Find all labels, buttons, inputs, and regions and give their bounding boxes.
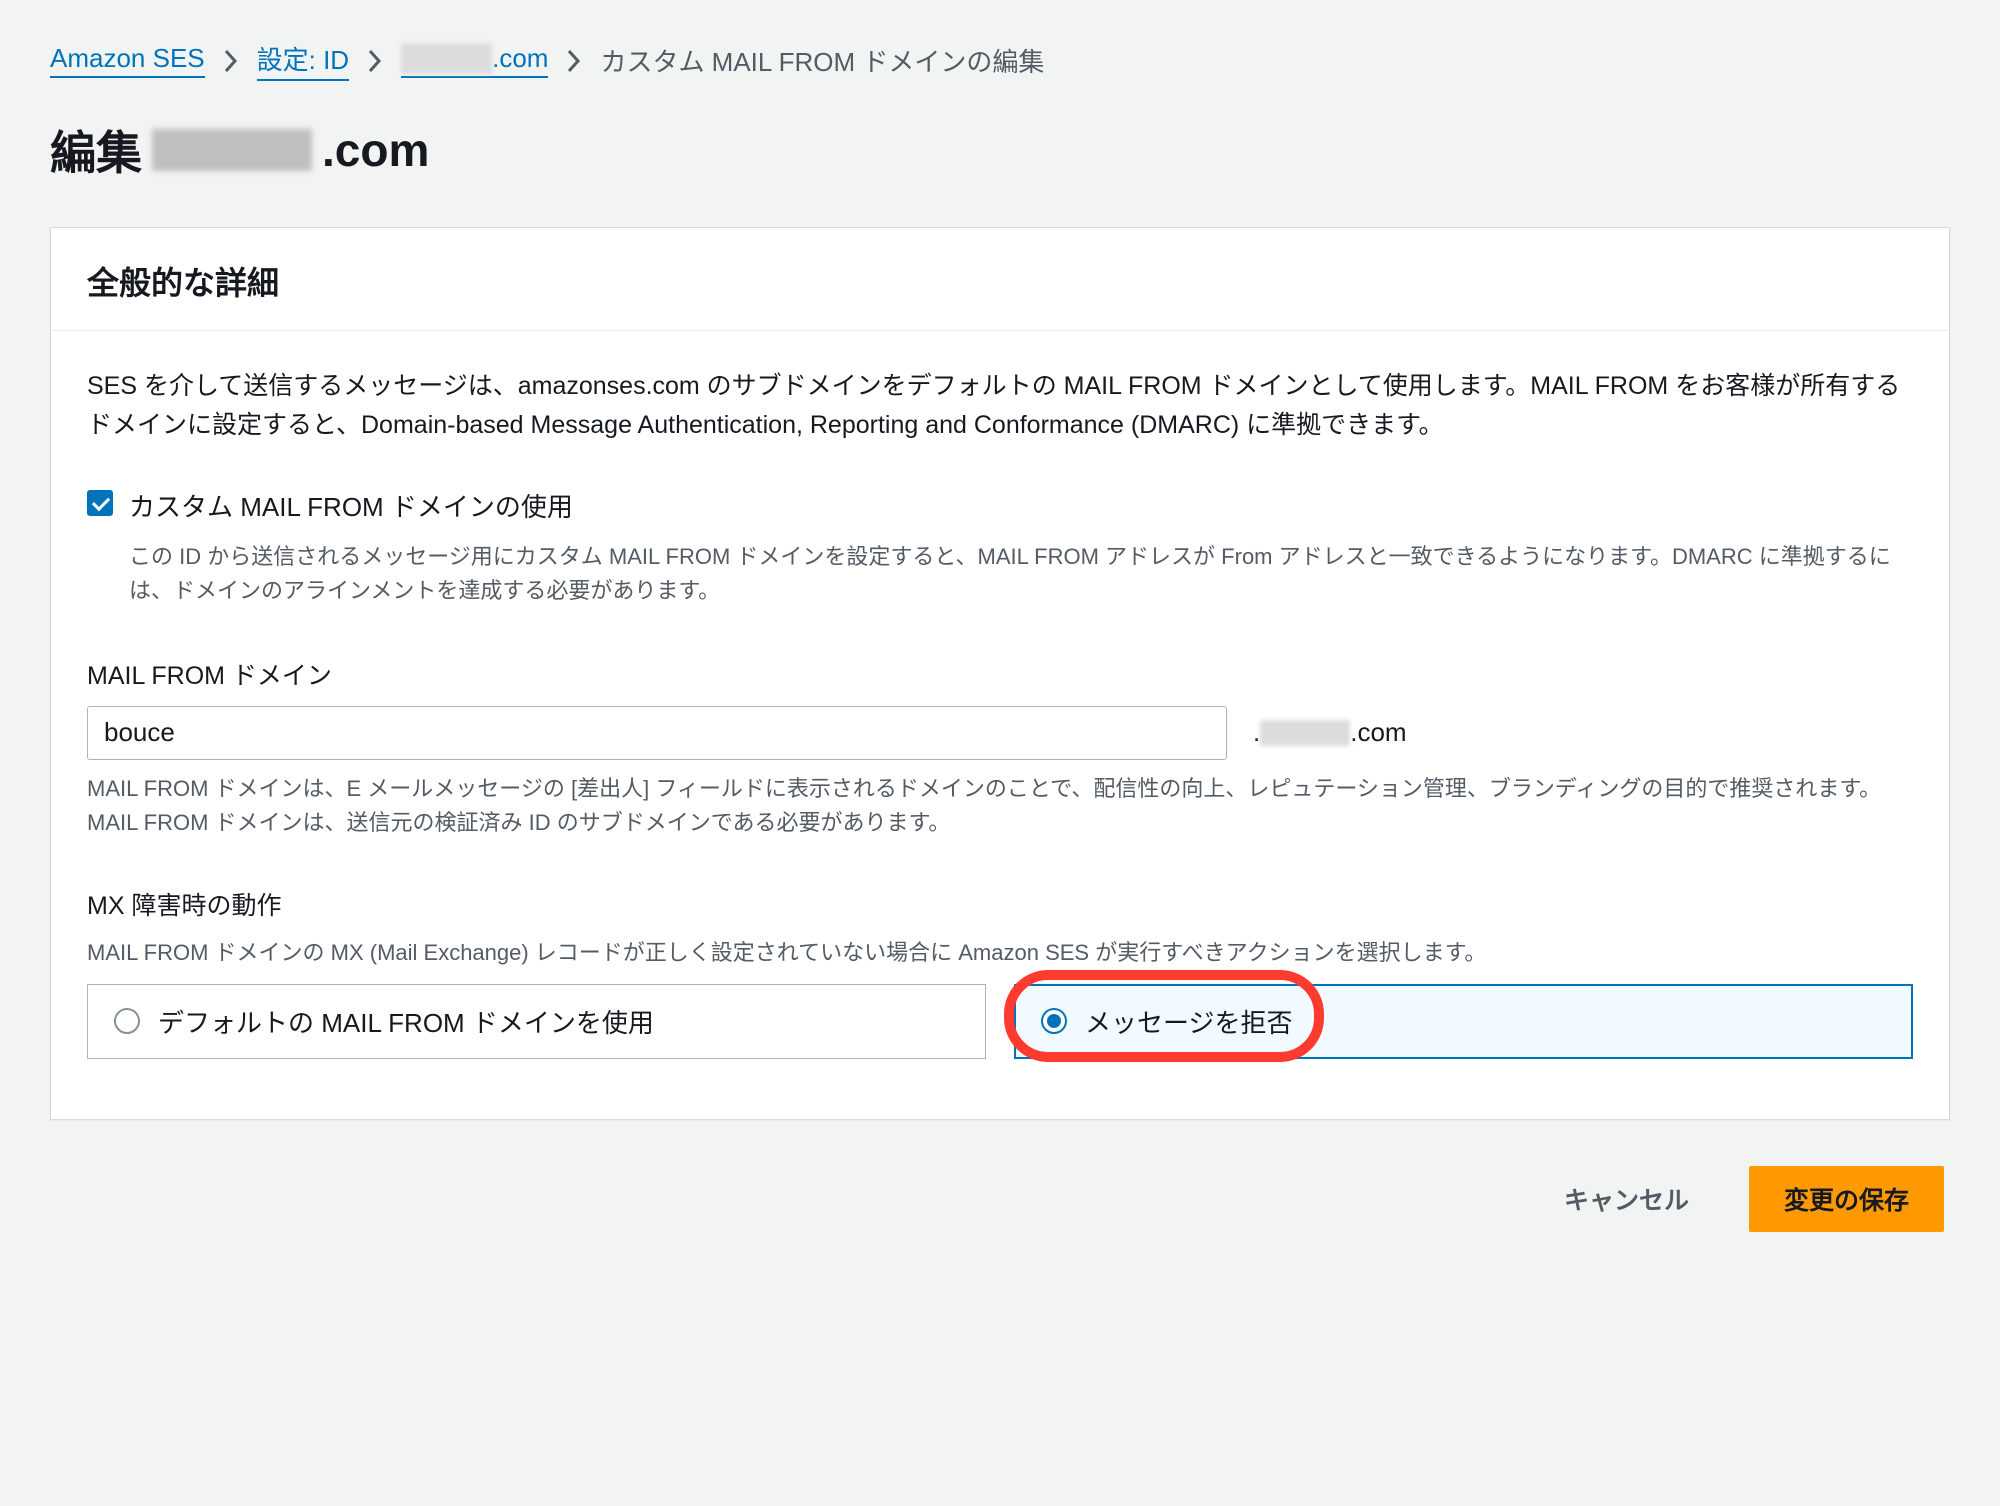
mailfrom-domain-suffix: ..com <box>1253 717 1407 748</box>
mx-option-default-label: デフォルトの MAIL FROM ドメインを使用 <box>158 1003 654 1040</box>
redacted-text <box>152 129 312 171</box>
mx-failure-label: MX 障害時の動作 <box>87 886 1913 922</box>
radio-icon <box>114 1008 140 1034</box>
page-title-prefix: 編集 <box>50 117 142 183</box>
mx-option-reject[interactable]: メッセージを拒否 <box>1014 984 1913 1059</box>
mailfrom-domain-input[interactable] <box>87 706 1227 760</box>
use-custom-mailfrom-checkbox[interactable]: カスタム MAIL FROM ドメインの使用 <box>87 487 1913 524</box>
general-details-panel: 全般的な詳細 SES を介して送信するメッセージは、amazonses.com … <box>50 227 1950 1120</box>
mx-option-default[interactable]: デフォルトの MAIL FROM ドメインを使用 <box>87 984 986 1059</box>
breadcrumb-config-link[interactable]: 設定: ID <box>257 40 349 81</box>
panel-header: 全般的な詳細 <box>51 228 1949 331</box>
redacted-text: xxxxxxx <box>401 43 492 74</box>
mailfrom-domain-label: MAIL FROM ドメイン <box>87 656 1913 692</box>
page-title-suffix: .com <box>322 123 429 177</box>
breadcrumb-domain-suffix: .com <box>492 43 548 73</box>
form-footer: キャンセル 変更の保存 <box>50 1166 1950 1232</box>
chevron-right-icon <box>223 48 239 74</box>
panel-description: SES を介して送信するメッセージは、amazonses.com のサブドメイン… <box>87 367 1913 445</box>
cancel-button[interactable]: キャンセル <box>1530 1167 1723 1231</box>
mailfrom-help-text: MAIL FROM ドメインは、E メールメッセージの [差出人] フィールドに… <box>87 772 1913 840</box>
checkbox-label: カスタム MAIL FROM ドメインの使用 <box>129 487 573 524</box>
checkbox-help-text: この ID から送信されるメッセージ用にカスタム MAIL FROM ドメインを… <box>129 540 1913 608</box>
breadcrumb-root-link[interactable]: Amazon SES <box>50 43 205 78</box>
save-button[interactable]: 変更の保存 <box>1749 1166 1944 1232</box>
mx-option-reject-label: メッセージを拒否 <box>1085 1003 1292 1040</box>
page-title: 編集 .com <box>50 117 1950 183</box>
breadcrumb: Amazon SES 設定: ID xxxxxxx.com カスタム MAIL … <box>50 40 1950 81</box>
redacted-text <box>1260 720 1350 746</box>
chevron-right-icon <box>566 48 582 74</box>
breadcrumb-domain-link[interactable]: xxxxxxx.com <box>401 43 548 78</box>
chevron-right-icon <box>367 48 383 74</box>
mx-failure-options: デフォルトの MAIL FROM ドメインを使用 メッセージを拒否 <box>87 984 1913 1059</box>
radio-icon <box>1041 1008 1067 1034</box>
mx-failure-help: MAIL FROM ドメインの MX (Mail Exchange) レコードが… <box>87 936 1913 970</box>
checkbox-icon <box>87 490 113 516</box>
breadcrumb-current: カスタム MAIL FROM ドメインの編集 <box>600 42 1044 79</box>
